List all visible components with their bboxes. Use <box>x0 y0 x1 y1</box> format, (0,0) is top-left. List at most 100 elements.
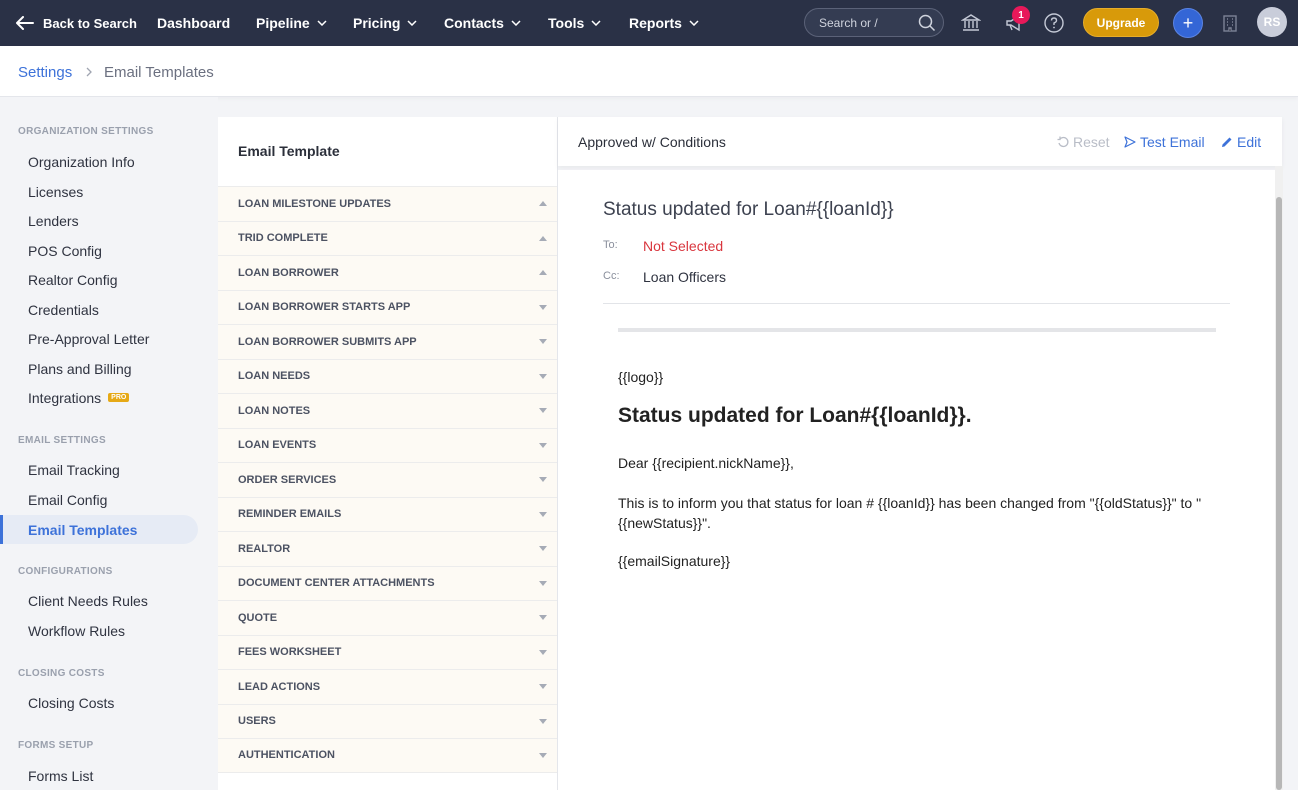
template-group-row[interactable]: LOAN BORROWER STARTS APP <box>218 289 557 324</box>
reset-button[interactable]: Reset <box>1057 134 1110 150</box>
sidebar-item-lenders[interactable]: Lenders <box>0 206 198 235</box>
nav-pricing[interactable]: Pricing <box>353 0 417 46</box>
sidebar-heading-closing-costs: CLOSING COSTS <box>18 668 105 679</box>
breadcrumb-settings-link[interactable]: Settings <box>18 64 72 81</box>
sidebar-item-closing-costs[interactable]: Closing Costs <box>0 688 198 717</box>
email-preview-top-bar <box>618 328 1216 332</box>
template-group-row[interactable]: LOAN BORROWER SUBMITS APP <box>218 324 557 359</box>
template-group-row[interactable]: LEAD ACTIONS <box>218 669 557 704</box>
template-group-label: DOCUMENT CENTER ATTACHMENTS <box>238 577 435 590</box>
upgrade-button[interactable]: Upgrade <box>1083 8 1159 37</box>
email-subject: Status updated for Loan#{{loanId}} <box>603 199 894 220</box>
nav-contacts[interactable]: Contacts <box>444 0 521 46</box>
template-group-label: TRID COMPLETE <box>238 232 328 245</box>
caret-down-icon <box>539 580 547 586</box>
template-group-row[interactable]: AUTHENTICATION <box>218 738 557 773</box>
nav-tools[interactable]: Tools <box>548 0 601 46</box>
template-detail-header: Approved w/ Conditions Reset Test Email … <box>558 117 1282 166</box>
template-group-row[interactable]: REALTOR <box>218 531 557 566</box>
caret-up-icon <box>539 201 547 207</box>
caret-up-icon <box>539 270 547 276</box>
sidebar-item-email-templates[interactable]: Email Templates <box>0 515 198 544</box>
help-icon[interactable] <box>1042 11 1066 35</box>
search-input[interactable] <box>819 15 915 30</box>
sidebar-item-pos-config[interactable]: POS Config <box>0 236 198 265</box>
nav-reports[interactable]: Reports <box>629 0 699 46</box>
top-nav: Back to Search Dashboard Pipeline Pricin… <box>0 0 1298 46</box>
template-group-row[interactable]: QUOTE <box>218 600 557 635</box>
template-group-row[interactable]: FEES WORKSHEET <box>218 634 557 669</box>
nav-reports-label: Reports <box>629 15 682 31</box>
caret-down-icon <box>539 477 547 483</box>
test-email-button[interactable]: Test Email <box>1124 134 1205 150</box>
search-icon[interactable] <box>918 14 936 32</box>
template-group-label: USERS <box>238 715 276 728</box>
template-group-row[interactable]: REMINDER EMAILS <box>218 496 557 531</box>
caret-down-icon <box>539 649 547 655</box>
template-group-row[interactable]: LOAN NEEDS <box>218 358 557 393</box>
template-group-row[interactable]: TRID COMPLETE <box>218 220 557 255</box>
test-email-label: Test Email <box>1140 134 1205 150</box>
to-label: To: <box>603 239 618 251</box>
settings-sidebar: ORGANIZATION SETTINGS Organization Info … <box>0 97 218 790</box>
sidebar-heading-configurations: CONFIGURATIONS <box>18 566 113 577</box>
sidebar-item-email-config[interactable]: Email Config <box>0 485 198 514</box>
sidebar-item-pre-approval-letter[interactable]: Pre-Approval Letter <box>0 324 198 353</box>
template-group-label: LOAN NEEDS <box>238 370 311 383</box>
template-list-title: Email Template <box>238 143 340 159</box>
caret-up-icon <box>539 235 547 241</box>
scrollbar[interactable] <box>1276 197 1282 790</box>
sidebar-item-forms-list[interactable]: Forms List <box>0 761 198 790</box>
nav-contacts-label: Contacts <box>444 15 504 31</box>
nav-dashboard[interactable]: Dashboard <box>157 0 230 46</box>
back-to-search-link[interactable]: Back to Search <box>16 0 137 46</box>
sidebar-item-organization-info[interactable]: Organization Info <box>0 147 198 176</box>
nav-pipeline[interactable]: Pipeline <box>256 0 327 46</box>
back-to-search-label: Back to Search <box>43 15 137 31</box>
add-button[interactable]: + <box>1173 8 1203 38</box>
nav-dashboard-label: Dashboard <box>157 15 231 31</box>
email-signature: {{emailSignature}} <box>618 553 731 569</box>
template-group-row[interactable]: DOCUMENT CENTER ATTACHMENTS <box>218 565 557 600</box>
edit-button[interactable]: Edit <box>1221 134 1261 150</box>
template-group-label: LOAN NOTES <box>238 404 311 417</box>
sidebar-heading-email: EMAIL SETTINGS <box>18 435 106 446</box>
sidebar-heading-forms-setup: FORMS SETUP <box>18 740 94 751</box>
sidebar-item-email-tracking[interactable]: Email Tracking <box>0 455 198 484</box>
sidebar-item-licenses[interactable]: Licenses <box>0 177 198 206</box>
edit-label: Edit <box>1237 134 1262 150</box>
email-body-line-1: This is to inform you that status for lo… <box>618 495 1202 511</box>
send-icon <box>1124 136 1136 148</box>
nav-pipeline-label: Pipeline <box>256 15 310 31</box>
divider <box>603 303 1230 304</box>
caret-down-icon <box>539 615 547 621</box>
email-greeting: Dear {{recipient.nickName}}, <box>618 455 794 471</box>
template-group-row[interactable]: LOAN NOTES <box>218 393 557 428</box>
caret-down-icon <box>539 752 547 758</box>
template-group-row[interactable]: LOAN MILESTONE UPDATES <box>218 186 557 221</box>
template-group-label: REALTOR <box>238 542 291 555</box>
sidebar-item-integrations[interactable]: Integrations PRO <box>0 383 198 412</box>
template-detail-body: Status updated for Loan#{{loanId}} To: N… <box>558 170 1276 790</box>
template-group-label: LOAN EVENTS <box>238 439 317 452</box>
sidebar-item-plans-and-billing[interactable]: Plans and Billing <box>0 354 198 383</box>
template-group-list: LOAN MILESTONE UPDATES TRID COMPLETE LOAN … <box>218 186 557 773</box>
nav-pricing-label: Pricing <box>353 15 401 31</box>
search-box <box>804 8 944 37</box>
template-group-label: LOAN BORROWER <box>238 266 339 279</box>
avatar[interactable]: RS <box>1257 7 1287 37</box>
caret-down-icon <box>539 339 547 345</box>
sidebar-item-workflow-rules[interactable]: Workflow Rules <box>0 616 198 645</box>
bank-icon[interactable] <box>959 11 983 35</box>
template-group-row[interactable]: ORDER SERVICES <box>218 462 557 497</box>
sidebar-item-credentials[interactable]: Credentials <box>0 295 198 324</box>
template-group-row[interactable]: LOAN BORROWER <box>218 255 557 290</box>
template-group-row[interactable]: LOAN EVENTS <box>218 427 557 462</box>
template-group-label: AUTHENTICATION <box>238 749 335 762</box>
template-group-label: LOAN BORROWER STARTS APP <box>238 301 411 314</box>
sidebar-item-client-needs-rules[interactable]: Client Needs Rules <box>0 586 198 615</box>
template-group-label: FEES WORKSHEET <box>238 646 342 659</box>
template-group-row[interactable]: USERS <box>218 703 557 738</box>
building-icon[interactable] <box>1218 11 1242 35</box>
sidebar-item-realtor-config[interactable]: Realtor Config <box>0 265 198 294</box>
